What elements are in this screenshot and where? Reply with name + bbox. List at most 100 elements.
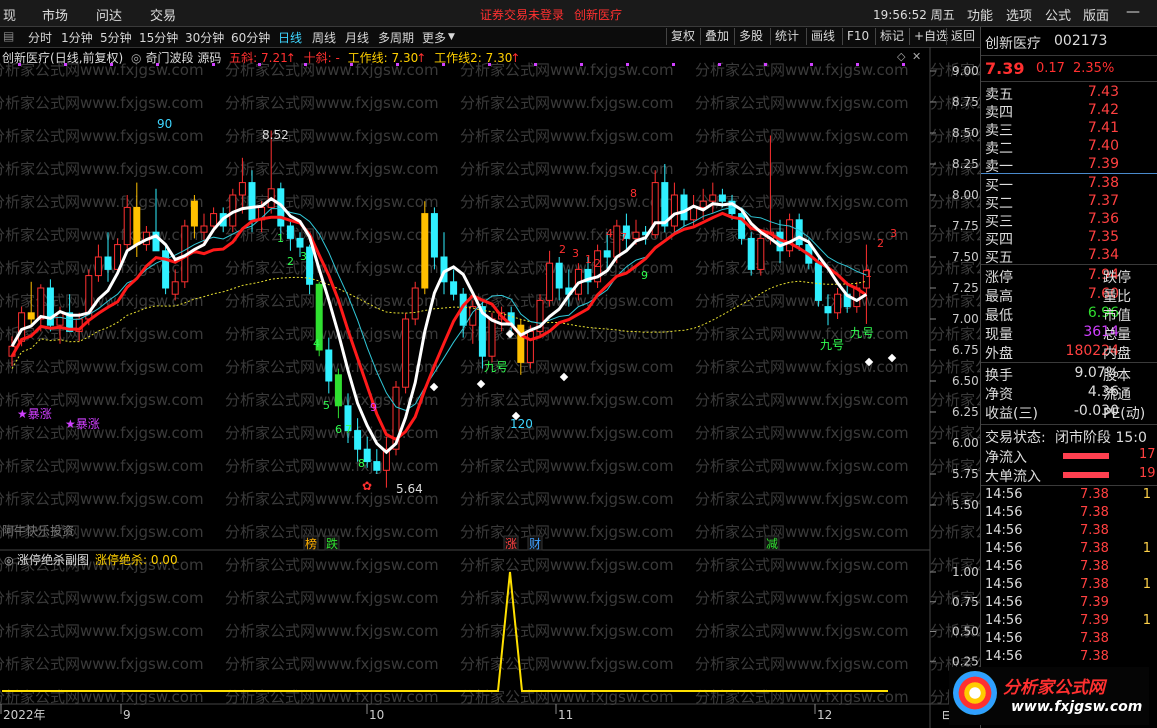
order-book-buy-row[interactable]: 买四 7.35 (985, 229, 1155, 248)
period-tab-multi[interactable]: 多周期 (378, 29, 414, 46)
quote-stat-row: 净资 4.36 流通 (985, 384, 1131, 403)
subchart-settings-icon[interactable]: ◎ (4, 554, 14, 567)
toolbar-fuquan[interactable]: 复权 (666, 28, 695, 45)
menu-item-market[interactable]: 市场 (42, 5, 68, 24)
period-tab-5min[interactable]: 5分钟 (100, 29, 132, 46)
date-tick-label: 11 (558, 708, 573, 722)
main-chart[interactable]: 分析家公式网www.fxjgsw.com 分析家公式网www.fxjgsw.com… (0, 47, 980, 728)
toolbar-duogu[interactable]: 多股 (734, 28, 763, 45)
order-book-sell-row[interactable]: 卖一 7.39 (985, 156, 1155, 175)
order-book-sell-row[interactable]: 卖四 7.42 (985, 102, 1155, 121)
quote-last-price: 7.39 (985, 59, 1025, 78)
period-tab-60min[interactable]: 60分钟 (231, 29, 270, 46)
top-dot-marker (64, 63, 67, 66)
watermark-text: 分析家公式网www.fxjgsw.com (460, 424, 674, 442)
order-book-buy-row[interactable]: 买一 7.38 (985, 175, 1155, 194)
menu-item-trade[interactable]: 交易 (150, 5, 176, 24)
stock-name-link[interactable]: 创新医疗 (574, 6, 622, 23)
period-tab-daily[interactable]: 日线 (278, 29, 302, 46)
period-tab-weekly[interactable]: 周线 (312, 29, 336, 46)
top-menu-bar: 现 市场 问达 交易 证券交易未登录 创新医疗 19:56:52 周五 功能 选… (0, 0, 1157, 27)
candle-body (834, 293, 842, 314)
menu-function[interactable]: 功能 (967, 5, 993, 24)
menu-formula[interactable]: 公式 (1045, 5, 1071, 24)
tick-row: 14:56 7.38 1 (985, 541, 1151, 556)
event-marker-label[interactable]: 榜 (305, 536, 317, 551)
wave-count-label: 7 (620, 231, 627, 244)
order-book-sell-row[interactable]: 卖二 7.40 (985, 138, 1155, 157)
order-book-sell-row[interactable]: 卖三 7.41 (985, 120, 1155, 139)
login-notice[interactable]: 证券交易未登录 (480, 6, 564, 23)
candle-body (824, 306, 832, 314)
order-price: 7.40 (1087, 138, 1119, 154)
toolbar-back[interactable]: 返回 (946, 28, 975, 45)
wave-count-label: 1 (865, 267, 872, 280)
trade-status-label: 交易状态: (985, 430, 1046, 446)
watermark-text: 分析家公式网www.fxjgsw.com (0, 127, 204, 145)
period-tab-fenshi[interactable]: 分时 (28, 29, 52, 46)
subchart-tick-label: 0.75 (952, 595, 979, 609)
candle-body (37, 287, 45, 320)
chevron-down-icon[interactable]: ▼ (448, 32, 455, 42)
toolbar-tongji[interactable]: 统计 (770, 28, 799, 45)
jiuhao-signal: 九号 (820, 338, 844, 352)
top-dot-marker (212, 63, 215, 66)
menu-item-home[interactable]: 现 (3, 5, 16, 24)
event-marker-label[interactable]: 涨 (505, 536, 517, 551)
menu-options[interactable]: 选项 (1006, 5, 1032, 24)
candle-body (555, 262, 563, 289)
period-tab-more[interactable]: 更多 (422, 29, 446, 46)
watermark-text: 分析家公式网www.fxjgsw.com (695, 523, 909, 541)
top-dot-marker (626, 63, 629, 66)
period-menu-icon[interactable]: ▤ (3, 29, 14, 43)
toolbar-zixuan[interactable]: +自选 (909, 28, 948, 45)
order-book-buy-row[interactable]: 买五 7.34 (985, 247, 1155, 266)
toolbar-f10[interactable]: F10 (842, 28, 869, 45)
toolbar-huaxian[interactable]: 画线 (806, 28, 835, 45)
event-marker-label[interactable]: 减 (766, 537, 778, 551)
tick-row: 14:56 7.38 (985, 523, 1109, 538)
order-book-buy-row[interactable]: 买三 7.36 (985, 211, 1155, 230)
event-marker-label[interactable]: 财 (529, 537, 541, 551)
candle-body (421, 213, 429, 289)
minimize-icon[interactable]: — (1126, 4, 1140, 20)
candle-body (402, 318, 410, 388)
watermark-text: 分析家公式网www.fxjgsw.com (460, 523, 674, 541)
top-dot-marker (350, 63, 353, 66)
wave-count-label: 6 (335, 423, 342, 436)
subchart-axis: 1.000.750.500.25 (930, 565, 979, 668)
quote-change-pct: 2.35% (1073, 61, 1115, 76)
jiuhao-signal: 九号 (850, 326, 874, 340)
period-tab-15min[interactable]: 15分钟 (139, 29, 178, 46)
order-label: 卖三 (985, 123, 1013, 139)
candle-body (123, 206, 131, 246)
subchart-tick-label: 1.00 (952, 565, 979, 579)
event-marker-label[interactable]: 跌 (326, 536, 338, 551)
toolbar-biaoji[interactable]: 标记 (875, 28, 904, 45)
big-inflow-label: 大单流入 (985, 469, 1041, 485)
tick-row: 14:56 7.39 (985, 595, 1109, 610)
watermark-text: 分析家公式网www.fxjgsw.com (225, 94, 439, 112)
close-icon[interactable]: ✕ (912, 50, 921, 63)
period-tab-monthly[interactable]: 月线 (345, 29, 369, 46)
period-tab-1min[interactable]: 1分钟 (61, 29, 93, 46)
butterfly-icon: ✿ (362, 479, 372, 493)
watermark-text: 分析家公式网www.fxjgsw.com (0, 424, 204, 442)
candle-body (699, 200, 707, 208)
diamond-icon[interactable]: ◇ (897, 50, 906, 63)
quote-stat-row: 涨停 7.94 跌停 (985, 267, 1131, 286)
quote-stat-row: 现量 3614 总量 (985, 324, 1131, 343)
candle-body (709, 194, 717, 202)
watermark-text: 分析家公式网www.fxjgsw.com (225, 193, 439, 211)
order-label: 卖五 (985, 87, 1013, 103)
toolbar-diejia[interactable]: 叠加 (700, 28, 729, 45)
watermark-text: 分析家公式网www.fxjgsw.com (460, 391, 674, 409)
menu-item-wenda[interactable]: 问达 (96, 5, 122, 24)
tick-row: 14:56 7.39 1 (985, 613, 1151, 628)
subchart-tick-label: 0.50 (952, 625, 979, 639)
order-book-buy-row[interactable]: 买二 7.37 (985, 193, 1155, 212)
period-tab-30min[interactable]: 30分钟 (185, 29, 224, 46)
order-book-sell-row[interactable]: 卖五 7.43 (985, 84, 1155, 103)
menu-layout[interactable]: 版面 (1083, 5, 1109, 24)
wave-count-label: 5 (323, 399, 330, 412)
